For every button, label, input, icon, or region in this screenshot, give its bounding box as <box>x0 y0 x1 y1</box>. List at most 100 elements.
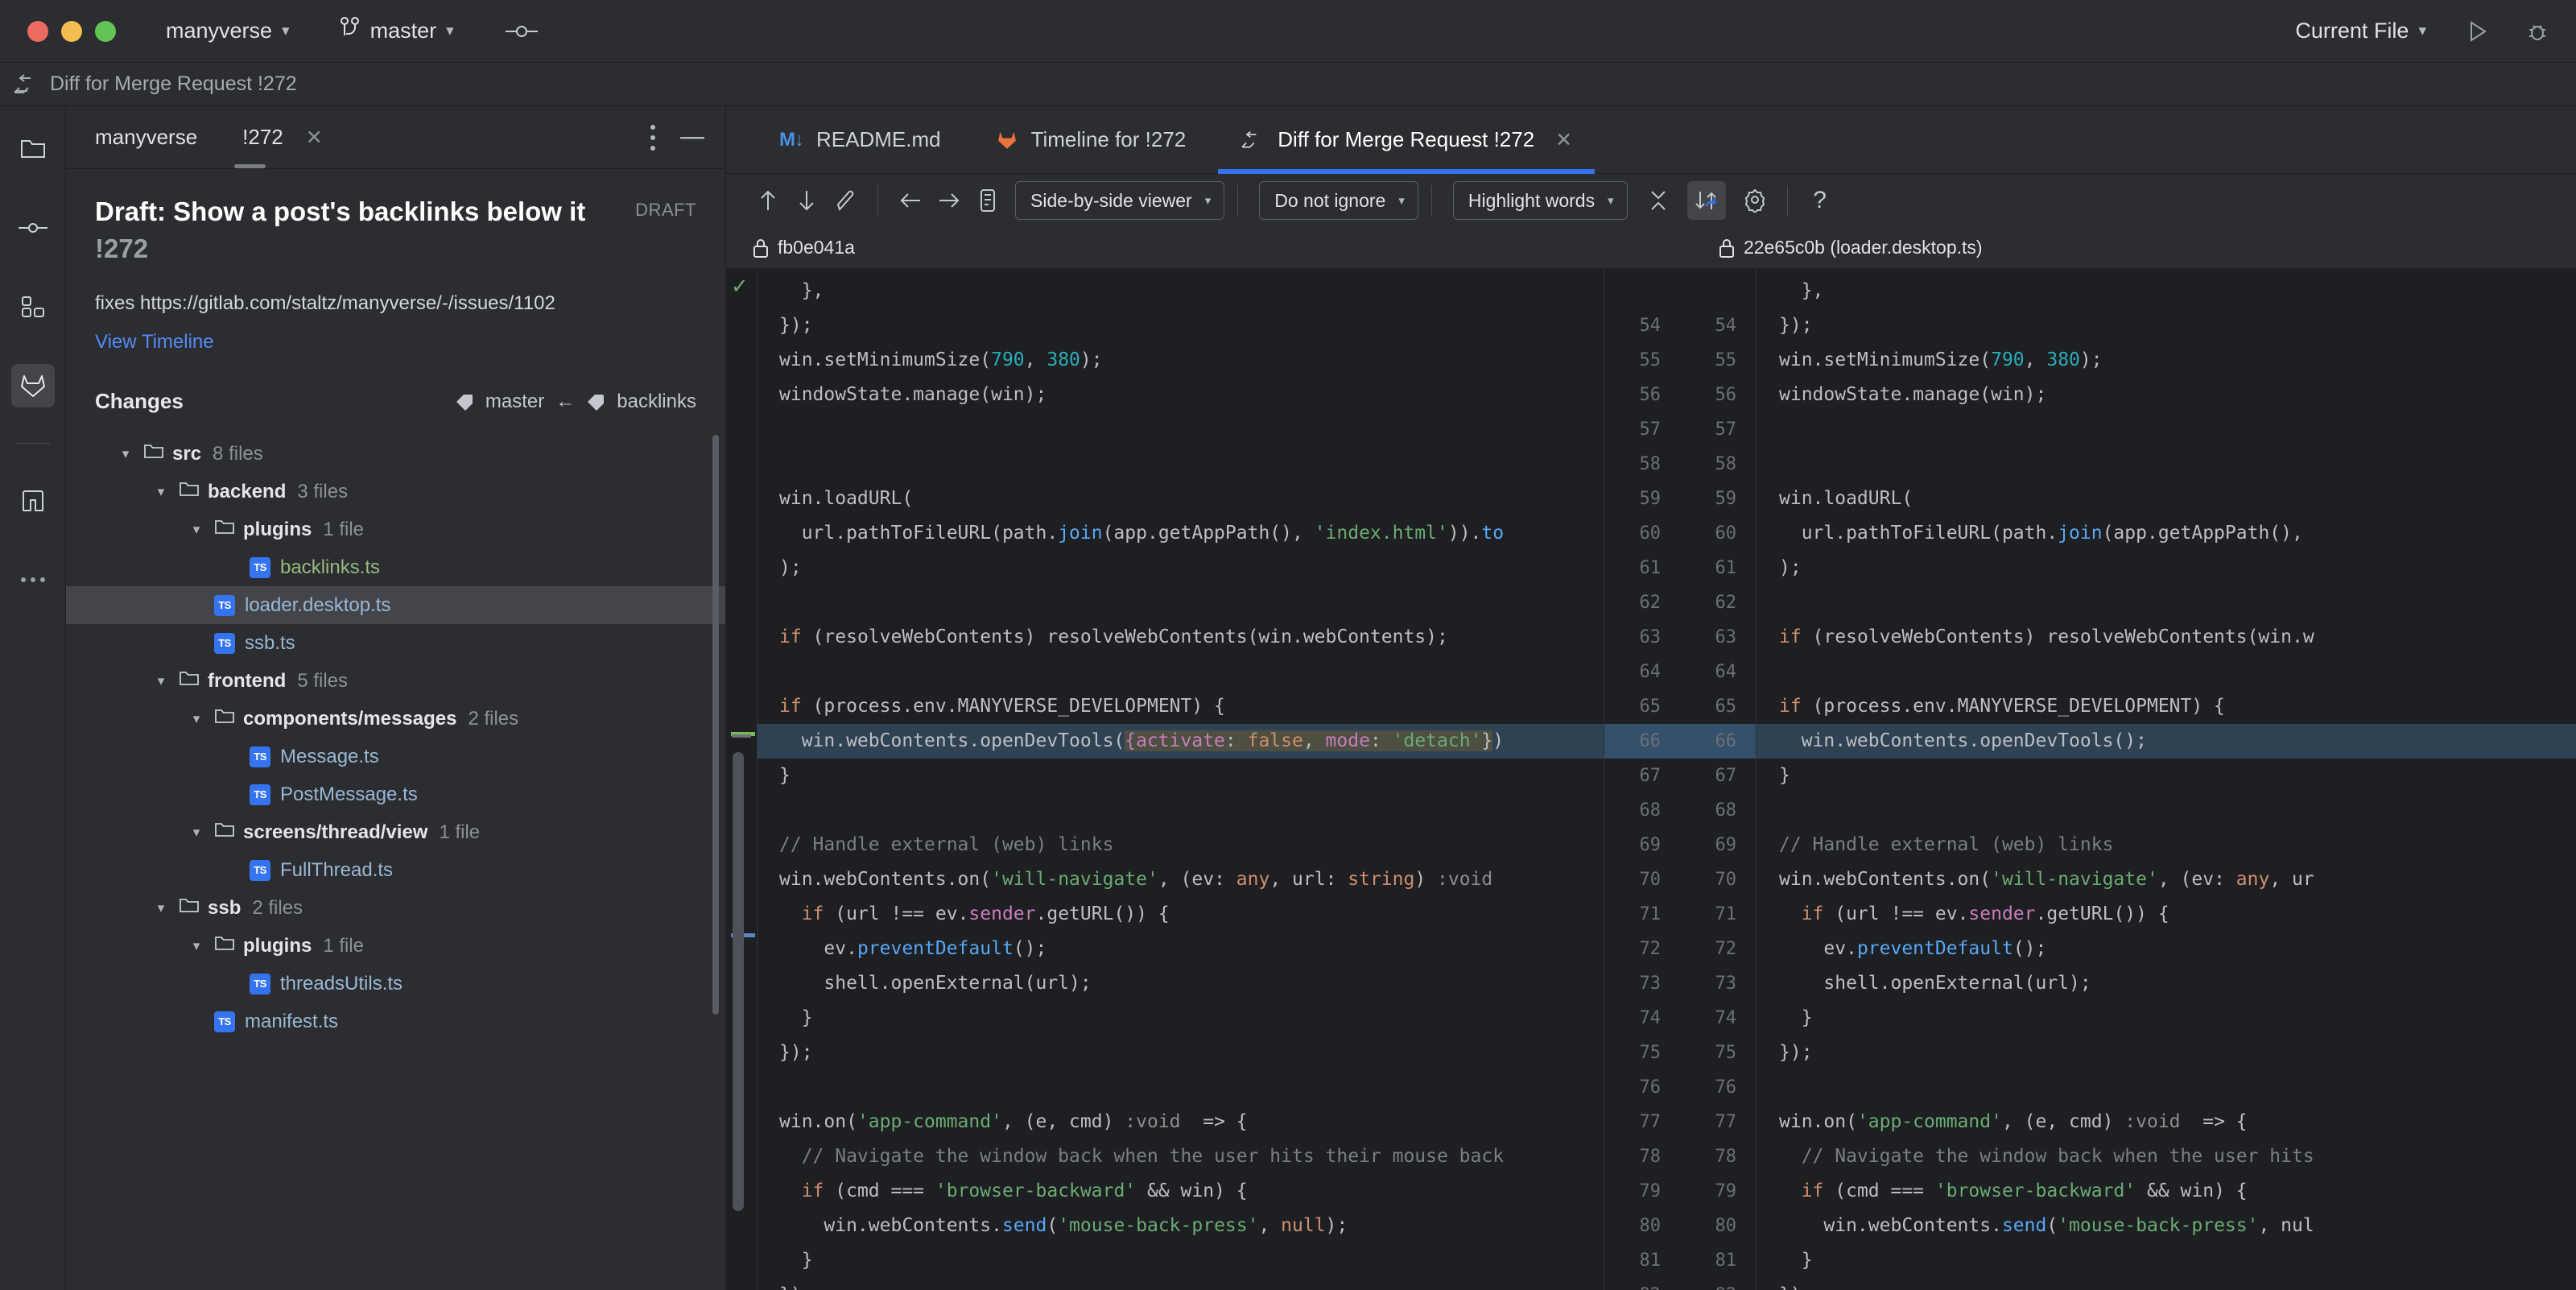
edit-button[interactable] <box>826 181 865 220</box>
chevron-down-icon[interactable]: ▾ <box>185 711 208 727</box>
editor-tab[interactable]: Diff for Merge Request !272 ✕ <box>1213 106 1600 174</box>
tree-file-row[interactable]: ▾TSPostMessage.ts <box>66 775 725 813</box>
chevron-down-icon[interactable]: ▾ <box>150 673 172 689</box>
more-vertical-icon[interactable] <box>650 124 656 151</box>
sync-scroll-icon <box>1695 192 1716 209</box>
tree-folder-row[interactable]: ▾ screens/thread/view 1 file <box>66 813 725 851</box>
project-files-icon[interactable] <box>11 127 55 171</box>
line-number: 61 <box>1639 558 1662 578</box>
chevron-down-icon[interactable]: ▾ <box>150 484 172 500</box>
markdown-icon: M↓ <box>779 128 804 151</box>
tree-folder-row[interactable]: ▾ src 8 files <box>66 435 725 473</box>
editor-tab[interactable]: M↓ README.md <box>752 106 968 174</box>
chevron-down-icon: ▾ <box>446 23 454 39</box>
gear-icon <box>1744 188 1765 213</box>
apply-right-button[interactable] <box>930 181 968 220</box>
whitespace-select[interactable]: Do not ignore ▾ <box>1259 181 1418 220</box>
commit-icon[interactable] <box>11 206 55 250</box>
tree-folder-row[interactable]: ▾ backend 3 files <box>66 473 725 511</box>
tree-file-row[interactable]: ▾TSssb.ts <box>66 624 725 662</box>
code-line: windowState.manage(win); <box>779 384 1047 405</box>
run-button[interactable] <box>2462 15 2494 48</box>
file-name: threadsUtils.ts <box>280 972 403 994</box>
code-line: win.webContents.on('will-navigate', (ev:… <box>1779 869 2314 890</box>
minimize-window-button[interactable] <box>61 20 82 42</box>
changed-files-tree[interactable]: ▾ src 8 files ▾ backend 3 files ▾ plugins 1 file… <box>66 435 725 1290</box>
code-line: win.webContents.send('mouse-back-press',… <box>1779 1215 2314 1236</box>
run-configuration-selector[interactable]: Current File ▾ <box>2287 14 2434 48</box>
viewer-mode-select[interactable]: Side-by-side viewer ▾ <box>1015 181 1225 220</box>
next-difference-button[interactable] <box>787 181 826 220</box>
collapse-unchanged-button[interactable] <box>1639 181 1678 220</box>
file-name: Message.ts <box>280 745 379 767</box>
chevron-down-icon[interactable]: ▾ <box>150 900 172 916</box>
chevron-down-icon[interactable]: ▾ <box>185 938 208 954</box>
diff-settings-button[interactable] <box>1736 181 1774 220</box>
gitlab-fox-icon[interactable] <box>10 364 55 407</box>
sidebar-tab-mr[interactable]: !272 <box>234 125 288 168</box>
tree-folder-row[interactable]: ▾ frontend 5 files <box>66 662 725 700</box>
view-timeline-link[interactable]: View Timeline <box>95 331 214 354</box>
close-icon[interactable]: ✕ <box>1555 128 1572 152</box>
line-number: 59 <box>1715 489 1737 509</box>
more-icon[interactable] <box>11 558 55 602</box>
breadcrumb-label: Diff for Merge Request !272 <box>50 72 297 95</box>
code-line: } <box>779 765 791 786</box>
chevron-down-icon: ▾ <box>1398 194 1405 208</box>
chevron-down-icon[interactable]: ▾ <box>185 825 208 841</box>
tree-folder-row[interactable]: ▾ components/messages 2 files <box>66 700 725 738</box>
structure-icon[interactable] <box>11 285 55 329</box>
apply-left-button[interactable] <box>891 181 930 220</box>
maximize-window-button[interactable] <box>95 20 116 42</box>
previous-difference-button[interactable] <box>749 181 787 220</box>
branch-name: master <box>369 19 437 43</box>
merge-request-header: Draft: Show a post's backlinks below it … <box>66 169 725 354</box>
tree-file-row[interactable]: ▾TSbacklinks.ts <box>66 548 725 586</box>
branch-comparison: master ← backlinks <box>455 391 696 413</box>
code-line: } <box>1779 1007 1813 1028</box>
line-number: 60 <box>1715 523 1737 544</box>
tree-file-row[interactable]: ▾TSmanifest.ts <box>66 1003 725 1040</box>
chevron-down-icon[interactable]: ▾ <box>114 446 137 462</box>
left-diff-pane[interactable]: },}); win.setMinimumSize(790, 380); window… <box>757 269 1604 1290</box>
tree-file-row[interactable]: ▾TSthreadsUtils.ts <box>66 965 725 1003</box>
debug-button[interactable] <box>2521 15 2553 48</box>
code-line: shell.openExternal(url); <box>779 973 1092 994</box>
tree-file-row[interactable]: ▾TSMessage.ts <box>66 738 725 775</box>
line-number: 82 <box>1715 1278 1737 1290</box>
minimize-icon[interactable] <box>680 135 704 140</box>
editor-tab-label: README.md <box>816 127 941 151</box>
tree-file-row[interactable]: ▾TSFullThread.ts <box>66 851 725 889</box>
viewer-mode-label: Side-by-side viewer <box>1030 189 1192 211</box>
right-revision-info[interactable]: 22e65c0b (loader.desktop.ts) <box>1718 237 1983 258</box>
editor-scrollbar-thumb[interactable] <box>733 752 744 1211</box>
tree-file-row[interactable]: ▾TSloader.desktop.ts <box>66 586 725 625</box>
sidebar-scrollbar[interactable] <box>712 435 719 1015</box>
project-selector[interactable]: manyverse ▾ <box>158 14 298 48</box>
highlight-select[interactable]: Highlight words ▾ <box>1452 181 1628 220</box>
line-number: 63 <box>1715 627 1737 647</box>
help-button[interactable]: ? <box>1801 181 1839 220</box>
diff-change-markers[interactable]: ✓ <box>726 269 757 1290</box>
folder-icon <box>214 934 235 957</box>
chevron-down-icon[interactable]: ▾ <box>185 522 208 538</box>
close-icon[interactable]: ✕ <box>306 126 323 150</box>
close-window-button[interactable] <box>27 20 48 42</box>
editor-tab[interactable]: Timeline for !272 <box>968 106 1214 174</box>
typescript-file-icon: TS <box>214 1011 235 1032</box>
annotate-button[interactable] <box>968 181 1007 220</box>
tree-folder-row[interactable]: ▾ plugins 1 file <box>66 927 725 965</box>
vcs-commit-button[interactable] <box>496 17 547 46</box>
synchronize-scrolling-button[interactable] <box>1686 181 1726 220</box>
tree-folder-row[interactable]: ▾ plugins 1 file <box>66 511 725 548</box>
notes-icon[interactable] <box>11 479 55 523</box>
sidebar-tab-project[interactable]: manyverse <box>90 125 202 150</box>
left-revision-info[interactable]: fb0e041a <box>726 237 855 258</box>
removed-line-marker[interactable] <box>732 734 751 738</box>
branch-selector[interactable]: master ▾ <box>332 11 462 51</box>
tree-folder-row[interactable]: ▾ ssb 2 files <box>66 889 725 927</box>
right-diff-pane[interactable]: },}); win.setMinimumSize(790, 380); window… <box>1757 269 2576 1290</box>
